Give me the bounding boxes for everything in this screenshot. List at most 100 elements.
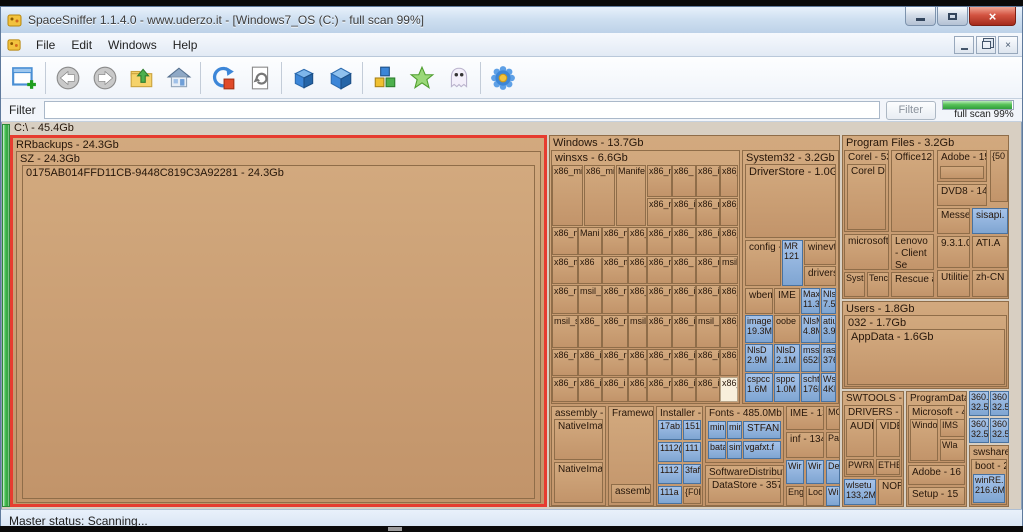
block-setup15[interactable]: Setup - 15 bbox=[908, 487, 965, 505]
block-utilities[interactable]: Utilities bbox=[937, 270, 970, 297]
block-sisapi[interactable]: sisapi. bbox=[972, 208, 1008, 234]
fonts-cell[interactable]: STFAN bbox=[743, 421, 781, 439]
installer-cell[interactable]: 111a bbox=[658, 486, 682, 504]
winsxs-cell[interactable]: x86_i bbox=[720, 227, 738, 255]
mdi-minimize-button[interactable] bbox=[954, 36, 974, 54]
block-drivers[interactable]: drivers bbox=[804, 266, 836, 286]
close-button[interactable]: × bbox=[969, 7, 1016, 26]
block-360b[interactable]: 360 32.5 bbox=[990, 391, 1009, 416]
winsxs-cell[interactable]: x86_r bbox=[602, 349, 628, 376]
treemap-block[interactable] bbox=[940, 166, 984, 179]
refresh-selection-button[interactable] bbox=[204, 60, 241, 96]
fonts-cell[interactable]: sim bbox=[727, 441, 742, 459]
block-nlsd1[interactable]: NlsD 2.9M bbox=[745, 344, 773, 372]
block-eng[interactable]: Eng bbox=[786, 486, 804, 506]
winsxs-cell[interactable]: msil_ bbox=[628, 315, 647, 348]
fonts-cell[interactable]: min bbox=[708, 421, 726, 439]
winsxs-cell[interactable]: x86_ bbox=[578, 315, 602, 348]
block-zhcn[interactable]: zh-CN bbox=[972, 270, 1008, 297]
block-dvd8[interactable]: DVD8 - 14 bbox=[937, 184, 987, 206]
block-datastore[interactable]: DataStore - 357. bbox=[708, 478, 781, 503]
winsxs-cell[interactable]: x86_m bbox=[552, 256, 578, 284]
winsxs-cell[interactable]: x86_i bbox=[720, 315, 738, 348]
filter-input[interactable] bbox=[44, 101, 880, 119]
winsxs-cell[interactable]: x86_r bbox=[552, 285, 578, 314]
parent-folder-button[interactable] bbox=[123, 60, 160, 96]
block-raspl[interactable]: raspl 376K bbox=[821, 344, 836, 372]
winsxs-cell[interactable]: x86_r bbox=[552, 349, 578, 376]
winsxs-cell[interactable]: x86_r bbox=[696, 256, 720, 284]
block-ime13[interactable]: IME - 13 bbox=[786, 406, 824, 430]
winsxs-cell[interactable]: msil_s bbox=[552, 315, 578, 348]
block-rescue[interactable]: Rescue a bbox=[891, 272, 934, 297]
winsxs-cell[interactable]: x86_i bbox=[696, 285, 720, 314]
title-bar[interactable]: SpaceSniffer 1.1.4.0 - www.uderzo.it - [… bbox=[1, 7, 1022, 33]
block-adobe16[interactable]: Adobe - 16 bbox=[908, 465, 965, 485]
block-des[interactable]: Des bbox=[826, 460, 840, 484]
block-windo[interactable]: Windo bbox=[910, 419, 938, 461]
block-image[interactable]: image 19.3M bbox=[745, 315, 773, 343]
winsxs-cell[interactable]: x86_ bbox=[628, 256, 647, 284]
block-nlsm[interactable]: NlsM 4.8M bbox=[801, 315, 820, 343]
winsxs-cell[interactable]: x86_m bbox=[647, 165, 672, 197]
block-tenc[interactable]: Tenc bbox=[867, 272, 889, 297]
winsxs-cell[interactable]: x86_i bbox=[578, 377, 602, 402]
winsxs-cell[interactable]: x86_ bbox=[672, 165, 696, 197]
block-ime[interactable]: IME bbox=[774, 288, 800, 314]
more-detail-button[interactable] bbox=[322, 60, 359, 96]
fonts-cell[interactable]: bata bbox=[708, 441, 726, 459]
installer-cell[interactable]: 151. bbox=[683, 420, 701, 440]
winsxs-cell[interactable]: x86_i bbox=[628, 349, 647, 376]
winsxs-cell[interactable]: x86_i bbox=[628, 285, 647, 314]
block-syst[interactable]: Syst bbox=[844, 272, 865, 297]
winsxs-cell[interactable]: x86_ bbox=[672, 256, 696, 284]
home-button[interactable] bbox=[160, 60, 197, 96]
menu-edit[interactable]: Edit bbox=[63, 36, 100, 54]
winsxs-cell[interactable]: x86_i bbox=[672, 315, 696, 348]
winsxs-cell[interactable]: x86_i bbox=[696, 377, 720, 402]
menu-help[interactable]: Help bbox=[165, 36, 206, 54]
block-wsm[interactable]: Wsm 4Kb bbox=[821, 373, 836, 402]
block-fw-assembly[interactable]: assembly - bbox=[611, 484, 651, 503]
block-360c[interactable]: 360. 32.5 bbox=[969, 418, 989, 443]
winsxs-cell[interactable]: x86_ bbox=[720, 165, 738, 197]
configuration-button[interactable] bbox=[484, 60, 521, 96]
winsxs-cell[interactable]: x86_n bbox=[647, 198, 672, 226]
winsxs-cell[interactable]: x86 bbox=[578, 256, 602, 284]
block-pac[interactable]: Pac bbox=[826, 432, 840, 458]
winsxs-cell[interactable]: msil_ bbox=[696, 315, 720, 348]
winsxs-cell[interactable]: x86_i bbox=[720, 285, 738, 314]
winsxs-cell[interactable]: Manifes bbox=[616, 165, 646, 226]
maximize-button[interactable] bbox=[937, 7, 968, 26]
block-messe[interactable]: Messe bbox=[937, 208, 970, 234]
winsxs-cell[interactable]: x86_n bbox=[696, 198, 720, 226]
installer-cell[interactable]: 111 bbox=[683, 442, 701, 462]
winsxs-cell[interactable]: x86_r bbox=[647, 285, 672, 314]
block-audio[interactable]: AUDI bbox=[846, 419, 874, 457]
block-corel-dv[interactable]: Corel DV bbox=[847, 164, 886, 230]
block-sppc[interactable]: sppc 1.0M bbox=[774, 373, 800, 402]
winsxs-cell[interactable]: msil_ bbox=[720, 256, 738, 284]
forward-button[interactable] bbox=[86, 60, 123, 96]
block-pwrm[interactable]: PWRM bbox=[846, 459, 874, 475]
block-wla[interactable]: Wla bbox=[940, 439, 965, 461]
block-oobe[interactable]: oobe bbox=[774, 315, 800, 343]
block-wind[interactable]: Wind bbox=[826, 486, 840, 506]
block-nativeimage1[interactable]: NativeImage bbox=[554, 419, 603, 460]
block-appdata[interactable]: AppData - 1.6Gb bbox=[847, 329, 1005, 385]
file-classes-button[interactable] bbox=[366, 60, 403, 96]
block-driverstore[interactable]: DriverStore - 1.0Gb bbox=[745, 164, 836, 238]
winsxs-cell[interactable]: x86_i bbox=[602, 377, 628, 402]
block-ethe[interactable]: ETHE bbox=[876, 459, 900, 475]
block-360a[interactable]: 360. 32.5 bbox=[969, 391, 989, 416]
star-button[interactable] bbox=[403, 60, 440, 96]
winsxs-cell[interactable]: x86_r bbox=[647, 315, 672, 348]
winsxs-cell[interactable]: x86_mi bbox=[552, 165, 583, 226]
winsxs-cell[interactable]: x86_ bbox=[672, 227, 696, 255]
winsxs-cell[interactable]: x86_n bbox=[647, 227, 672, 255]
minimize-button[interactable] bbox=[905, 7, 936, 26]
block-nlsle[interactable]: NlsLe 7.5M bbox=[821, 288, 836, 314]
installer-cell[interactable]: 17ab: bbox=[658, 420, 682, 440]
winsxs-cell[interactable]: x86_i bbox=[672, 349, 696, 376]
block-winre[interactable]: winRE.1 216.6M bbox=[973, 474, 1005, 503]
